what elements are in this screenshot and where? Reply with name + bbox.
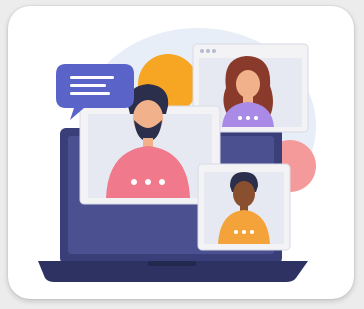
illustration-card [8,6,354,299]
video-conference-illustration [38,28,316,282]
video-window-boy [197,163,291,251]
